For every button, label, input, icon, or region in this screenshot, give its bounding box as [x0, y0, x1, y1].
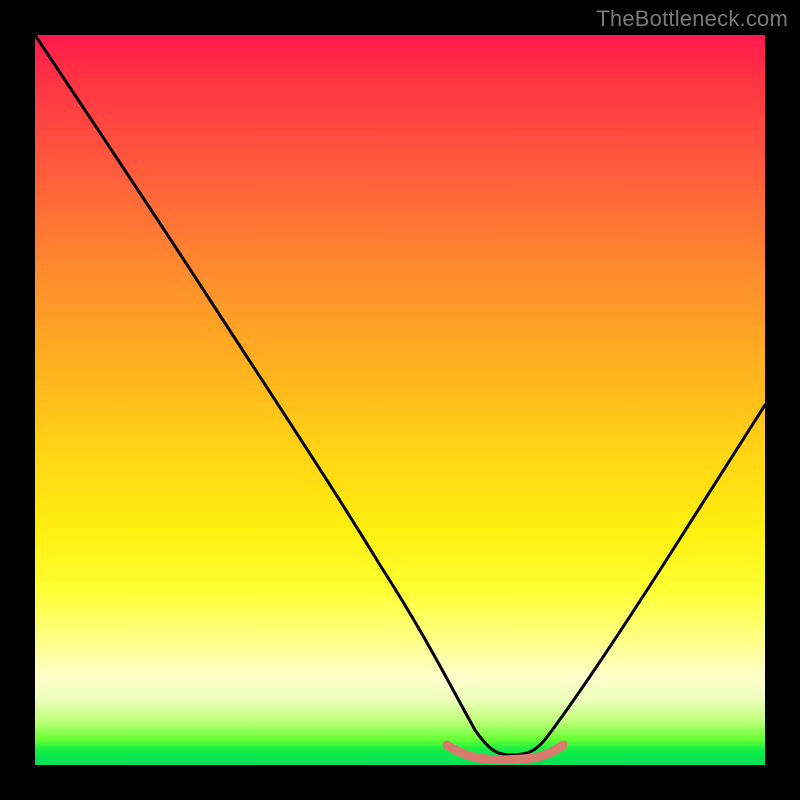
plot-area — [35, 35, 765, 765]
chart-frame: TheBottleneck.com — [0, 0, 800, 800]
floor-highlight — [447, 745, 563, 760]
curve-layer — [35, 35, 765, 765]
bottleneck-curve — [35, 35, 765, 755]
watermark-text: TheBottleneck.com — [596, 6, 788, 32]
